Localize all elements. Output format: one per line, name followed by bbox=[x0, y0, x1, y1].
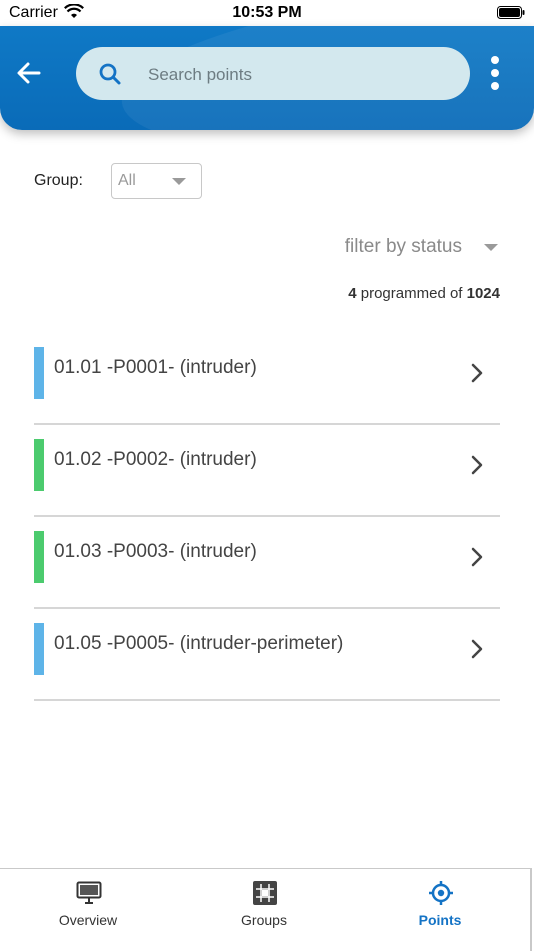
tab-bar: Overview Groups Points bbox=[0, 868, 532, 951]
crosshair-icon bbox=[429, 881, 453, 905]
chevron-right-icon bbox=[471, 363, 483, 383]
list-item[interactable]: 01.03 -P0003- (intruder) bbox=[34, 517, 500, 609]
status-bar: Carrier 10:53 PM bbox=[0, 0, 534, 26]
more-vertical-icon[interactable] bbox=[484, 56, 506, 96]
tab-label: Groups bbox=[241, 912, 287, 928]
chevron-down-icon bbox=[172, 178, 186, 185]
list-item[interactable]: 01.01 -P0001- (intruder) bbox=[34, 333, 500, 425]
search-input[interactable] bbox=[146, 47, 460, 102]
clock: 10:53 PM bbox=[232, 4, 302, 21]
chevron-right-icon bbox=[471, 547, 483, 567]
programmed-text: programmed of bbox=[356, 285, 467, 302]
point-label: 01.03 -P0003- (intruder) bbox=[54, 541, 257, 562]
group-label: Group: bbox=[34, 172, 83, 189]
total-number: 1024 bbox=[466, 285, 500, 302]
point-label: 01.01 -P0001- (intruder) bbox=[54, 357, 257, 378]
status-color-bar bbox=[34, 623, 44, 675]
list-item[interactable]: 01.02 -P0002- (intruder) bbox=[34, 425, 500, 517]
tab-overview[interactable]: Overview bbox=[0, 869, 176, 951]
programmed-count: 4 programmed of 1024 bbox=[348, 285, 500, 302]
programmed-number: 4 bbox=[348, 285, 357, 302]
monitor-icon bbox=[76, 881, 102, 904]
chevron-right-icon bbox=[471, 639, 483, 659]
search-icon bbox=[99, 63, 121, 85]
point-label: 01.02 -P0002- (intruder) bbox=[54, 449, 257, 470]
tab-points[interactable]: Points bbox=[352, 869, 528, 951]
group-select-value: All bbox=[118, 172, 136, 189]
chevron-down-icon bbox=[484, 244, 498, 251]
status-color-bar bbox=[34, 439, 44, 491]
arrow-left-icon[interactable] bbox=[14, 58, 44, 88]
tab-groups[interactable]: Groups bbox=[176, 869, 352, 951]
search-box[interactable] bbox=[76, 47, 470, 102]
list-item[interactable]: 01.05 -P0005- (intruder-perimeter) bbox=[34, 609, 500, 701]
battery-icon bbox=[497, 6, 525, 19]
status-filter-label: filter by status bbox=[344, 236, 462, 257]
status-color-bar bbox=[34, 347, 44, 399]
tab-label: Points bbox=[418, 912, 462, 928]
app-header bbox=[0, 26, 534, 130]
tab-label: Overview bbox=[58, 912, 118, 928]
grid-icon bbox=[253, 881, 277, 905]
chevron-right-icon bbox=[471, 455, 483, 475]
points-list: 01.01 -P0001- (intruder) 01.02 -P0002- (… bbox=[34, 333, 500, 701]
status-color-bar bbox=[34, 531, 44, 583]
group-select[interactable]: All bbox=[111, 163, 202, 199]
point-label: 01.05 -P0005- (intruder-perimeter) bbox=[54, 633, 344, 654]
status-filter-dropdown[interactable]: filter by status bbox=[300, 234, 500, 262]
